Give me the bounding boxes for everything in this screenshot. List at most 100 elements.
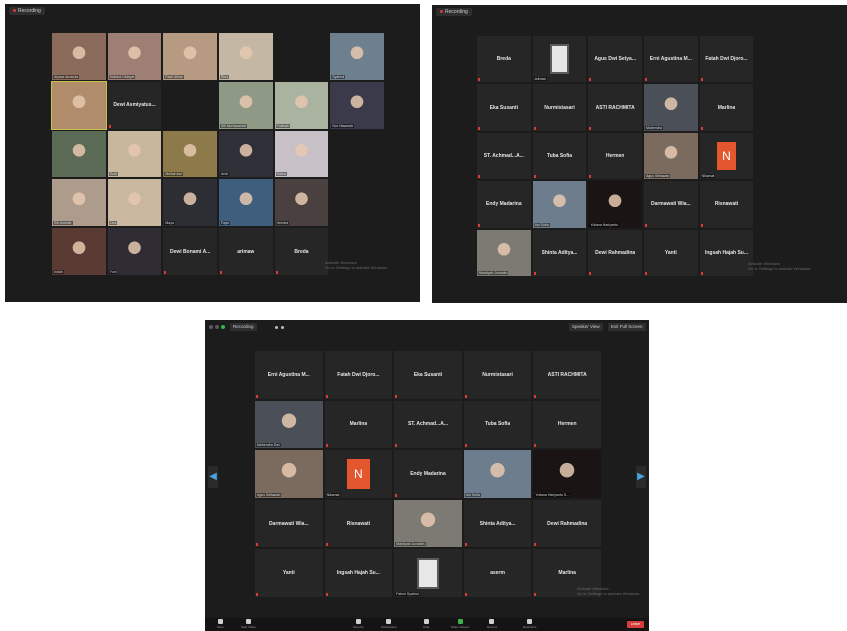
participant-tile[interactable] — [51, 80, 107, 130]
record-button[interactable]: Record — [487, 619, 497, 629]
participant-tile[interactable]: Fadli Akbar — [163, 33, 217, 80]
participant-tile[interactable]: Hermen — [588, 132, 642, 180]
participant-tile[interactable]: Lina — [107, 179, 162, 227]
window-close-icon[interactable] — [209, 325, 213, 329]
participant-tile[interactable]: N Nikamal — [324, 450, 393, 498]
muted-mic-icon — [589, 126, 592, 130]
participant-tile[interactable]: Nurmistasari — [532, 84, 587, 131]
exit-fullscreen-button[interactable]: Exit Full Screen — [608, 323, 646, 331]
participant-tile[interactable]: Siti Nurhasanah — [219, 81, 273, 129]
participant-tile[interactable]: Mahfud Hidayat — [107, 33, 162, 80]
participant-tile[interactable]: arimaw — [532, 36, 587, 83]
participants-button[interactable]: Participants — [381, 619, 397, 629]
participant-tile[interactable]: Nurmistasari — [463, 351, 532, 399]
shield-icon — [355, 619, 361, 624]
participant-tile[interactable]: Shinta Aditya... — [463, 499, 532, 548]
participant-name: Tuba Sofia — [546, 152, 573, 159]
start-video-button[interactable]: Start Video — [241, 619, 256, 629]
share-screen-button[interactable]: Share Screen — [451, 619, 469, 629]
participant-tile[interactable]: Agus Dwi Setya... — [588, 36, 642, 83]
leave-meeting-button[interactable]: Leave — [627, 621, 644, 628]
participant-tile[interactable]: Siti Aminah — [52, 179, 106, 227]
page-dot-icon[interactable] — [275, 326, 278, 329]
participant-tile[interactable]: Nur Hasanah — [330, 81, 384, 129]
participant-tile[interactable]: Rina — [219, 33, 273, 80]
participant-tile[interactable]: N Nikamal — [699, 132, 754, 180]
participant-tile[interactable]: ASTI RACHMITA — [533, 351, 601, 399]
participant-tile[interactable]: Marlina — [324, 400, 393, 449]
participant-tile[interactable]: Erni Agustina M... — [255, 351, 323, 399]
muted-mic-icon — [108, 124, 111, 128]
participant-tile[interactable]: Fajar — [219, 179, 273, 227]
participant-tile[interactable]: Tuba Sofia — [463, 400, 532, 449]
participant-tile[interactable]: Ingsah Hajah Su... — [699, 229, 754, 276]
participant-tile[interactable]: Yanti — [644, 229, 698, 276]
participant-name: Rudi — [108, 172, 118, 177]
participant-tile[interactable]: Fatah Dwi Djoro... — [324, 351, 393, 399]
previous-page-button[interactable]: ◀ — [208, 466, 218, 488]
security-button[interactable]: Security — [353, 619, 364, 629]
participant-tile[interactable]: Erni Agustina M... — [644, 36, 698, 83]
participant-tile[interactable]: Risnawati — [324, 499, 393, 548]
participant-tile[interactable]: ST. Achmad...A... — [477, 132, 531, 180]
participant-tile[interactable]: Hermen — [533, 400, 601, 449]
participant-tile[interactable]: Endy Madarina — [394, 450, 462, 498]
next-page-button[interactable]: ▶ — [636, 466, 646, 488]
participant-tile[interactable]: Tuba Sofia — [532, 132, 587, 180]
participant-tile[interactable]: Ani Sofia — [463, 450, 532, 498]
participant-tile[interactable]: Eka Susanti — [394, 351, 462, 399]
participant-tile[interactable]: aserm — [463, 549, 532, 597]
participant-tile[interactable]: Alyssa Amanda — [52, 33, 106, 80]
participant-tile[interactable]: Mardiyah Junaidin — [394, 499, 462, 548]
participant-tile[interactable]: Agus Setiawan — [255, 450, 323, 498]
participant-name: Risnawati — [714, 201, 739, 208]
participant-tile[interactable]: Dewi Rahmadina — [533, 499, 601, 548]
participant-tile[interactable]: Fatimah — [274, 81, 329, 129]
participant-tile[interactable]: Endy Madarina — [477, 181, 531, 228]
participant-tile[interactable]: Marlina — [699, 84, 754, 131]
participant-tile[interactable]: Hendra — [274, 179, 329, 227]
chat-button[interactable]: Chat — [423, 619, 429, 629]
participant-tile[interactable]: Syahrul — [330, 33, 384, 80]
participant-tile[interactable]: Agus Setiawan — [644, 132, 698, 180]
participant-tile[interactable]: Mardiyah Junaidin — [477, 229, 531, 276]
reactions-button[interactable]: Reactions — [523, 619, 536, 629]
participant-tile[interactable]: Rudi — [107, 130, 162, 178]
participant-tile[interactable]: Mahendra — [644, 84, 698, 131]
participant-tile[interactable]: Ingsah Hajah Su... — [324, 549, 393, 597]
participant-tile[interactable]: Yuliana Hariyanto S... — [533, 450, 601, 498]
record-icon — [489, 619, 495, 624]
participant-tile[interactable]: Dewi Rahmadina — [588, 229, 642, 276]
participant-tile[interactable]: Maya — [163, 179, 217, 227]
mute-button[interactable]: Mute — [217, 619, 224, 629]
participant-tile[interactable]: Yanti — [255, 549, 323, 597]
participant-tile[interactable]: Breda — [477, 36, 531, 83]
participant-tile[interactable]: Fahmi Syahrul — [394, 549, 462, 597]
participant-tile[interactable]: Breda — [274, 228, 329, 275]
participant-tile[interactable]: Risnawati — [699, 181, 754, 228]
participant-tile[interactable]: Indah — [52, 228, 106, 275]
window-minimize-icon[interactable] — [215, 325, 219, 329]
participant-tile[interactable]: Mahendra Dwi — [255, 400, 323, 449]
participant-tile[interactable]: Shinta Aditya... — [532, 229, 587, 276]
participant-tile[interactable]: Ratna — [274, 130, 329, 178]
participant-tile[interactable]: Fatah Dwi Djoro... — [699, 36, 754, 83]
participant-tile[interactable]: Mellati Asri — [163, 130, 217, 178]
participant-tile[interactable]: Ani Sofia — [532, 181, 587, 228]
participant-tile[interactable]: Dewi Bonami A... — [163, 228, 217, 275]
participant-tile[interactable]: Andi — [219, 130, 273, 178]
meeting-info-icon[interactable] — [221, 325, 225, 329]
participant-tile[interactable]: ST. Achmad...A... — [394, 400, 462, 449]
participant-tile[interactable]: Darmawati Wia... — [644, 181, 698, 228]
participant-tile[interactable] — [52, 130, 106, 178]
participant-tile[interactable]: Eka Susanti — [477, 84, 531, 131]
participant-tile[interactable]: Darmawati Wia... — [255, 499, 323, 548]
participant-tile[interactable]: Yuliana Hariyanto — [588, 181, 642, 228]
participant-tile[interactable]: arimaw — [219, 228, 273, 275]
speaker-view-button[interactable]: Speaker View — [569, 323, 603, 331]
participant-tile[interactable]: Yuni — [107, 228, 162, 275]
participant-name: Erni Agustina M... — [267, 371, 310, 378]
participant-tile[interactable]: Dewi Asmiyatus... — [107, 81, 162, 129]
participant-tile[interactable]: ASTI RACHMITA — [588, 84, 642, 131]
page-dot-icon[interactable] — [281, 326, 284, 329]
